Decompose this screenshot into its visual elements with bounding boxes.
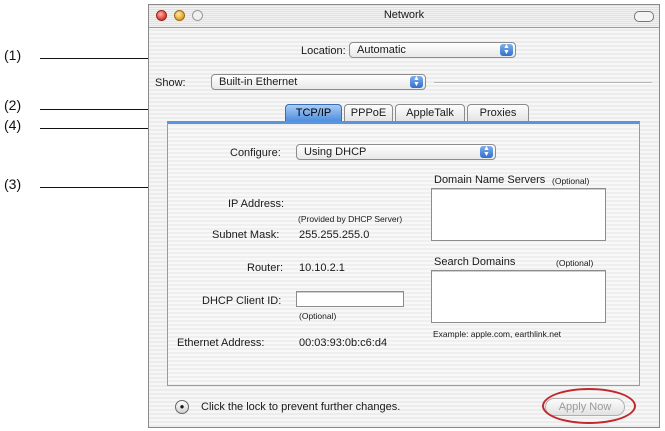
window-title: Network bbox=[383, 9, 425, 21]
dns-label: Domain Name Servers bbox=[434, 174, 546, 186]
tab-appletalk[interactable]: AppleTalk bbox=[395, 104, 465, 122]
callout-2: (2) bbox=[4, 97, 22, 113]
tab-tcpip[interactable]: TCP/IP bbox=[285, 104, 342, 122]
popup-arrows-icon: ▲ ▼ bbox=[410, 75, 423, 88]
ethernet-address-label: Ethernet Address: bbox=[177, 337, 265, 349]
subnet-mask-value: 255.255.255.0 bbox=[299, 229, 370, 241]
search-domains-example: Example: apple.com, earthlink.net bbox=[433, 329, 562, 339]
router-label: Router: bbox=[247, 262, 284, 274]
search-domains-optional-note: (Optional) bbox=[556, 258, 594, 268]
title-bar: Network bbox=[149, 5, 659, 28]
dhcp-client-id-label: DHCP Client ID: bbox=[202, 295, 282, 307]
show-separator bbox=[434, 82, 652, 84]
ip-address-note: (Provided by DHCP Server) bbox=[298, 214, 403, 224]
tcpip-panel: Configure: Using DHCP ▲ ▼ IP Address: (Pr… bbox=[167, 121, 640, 386]
dns-field[interactable] bbox=[431, 188, 606, 241]
toolbar-toggle-button[interactable] bbox=[634, 11, 654, 22]
dns-optional-note: (Optional) bbox=[552, 176, 590, 186]
search-domains-field[interactable] bbox=[431, 270, 606, 323]
lock-text: Click the lock to prevent further change… bbox=[201, 401, 401, 413]
search-domains-label: Search Domains bbox=[434, 256, 516, 268]
callout-1: (1) bbox=[4, 47, 22, 63]
popup-arrows-icon: ▲ ▼ bbox=[500, 43, 513, 56]
location-popup[interactable]: Automatic ▲ ▼ bbox=[349, 42, 516, 58]
popup-arrows-icon: ▲ ▼ bbox=[480, 145, 493, 158]
tab-pppoe[interactable]: PPPoE bbox=[344, 104, 393, 122]
tab-proxies[interactable]: Proxies bbox=[467, 104, 529, 122]
network-window: Network Location: Automatic ▲ ▼ Show: Bui… bbox=[148, 4, 660, 428]
show-value: Built-in Ethernet bbox=[219, 76, 298, 88]
configure-popup[interactable]: Using DHCP ▲ ▼ bbox=[296, 144, 496, 160]
show-popup[interactable]: Built-in Ethernet ▲ ▼ bbox=[211, 74, 426, 90]
lock-icon[interactable]: ● bbox=[175, 400, 189, 414]
dhcp-client-id-note: (Optional) bbox=[299, 311, 337, 321]
ip-address-label: IP Address: bbox=[228, 198, 285, 210]
configure-value: Using DHCP bbox=[304, 146, 367, 158]
callout-3: (3) bbox=[4, 176, 22, 192]
router-value: 10.10.2.1 bbox=[299, 262, 345, 274]
subnet-mask-label: Subnet Mask: bbox=[212, 229, 280, 241]
apply-highlight-ellipse bbox=[542, 388, 636, 424]
ethernet-address-value: 00:03:93:0b:c6:d4 bbox=[299, 337, 388, 349]
show-label: Show: bbox=[155, 77, 186, 89]
location-label: Location: bbox=[301, 45, 346, 57]
configure-label: Configure: bbox=[230, 147, 281, 159]
callout-4: (4) bbox=[4, 117, 22, 133]
dhcp-client-id-field[interactable] bbox=[296, 291, 404, 307]
location-value: Automatic bbox=[357, 44, 406, 56]
